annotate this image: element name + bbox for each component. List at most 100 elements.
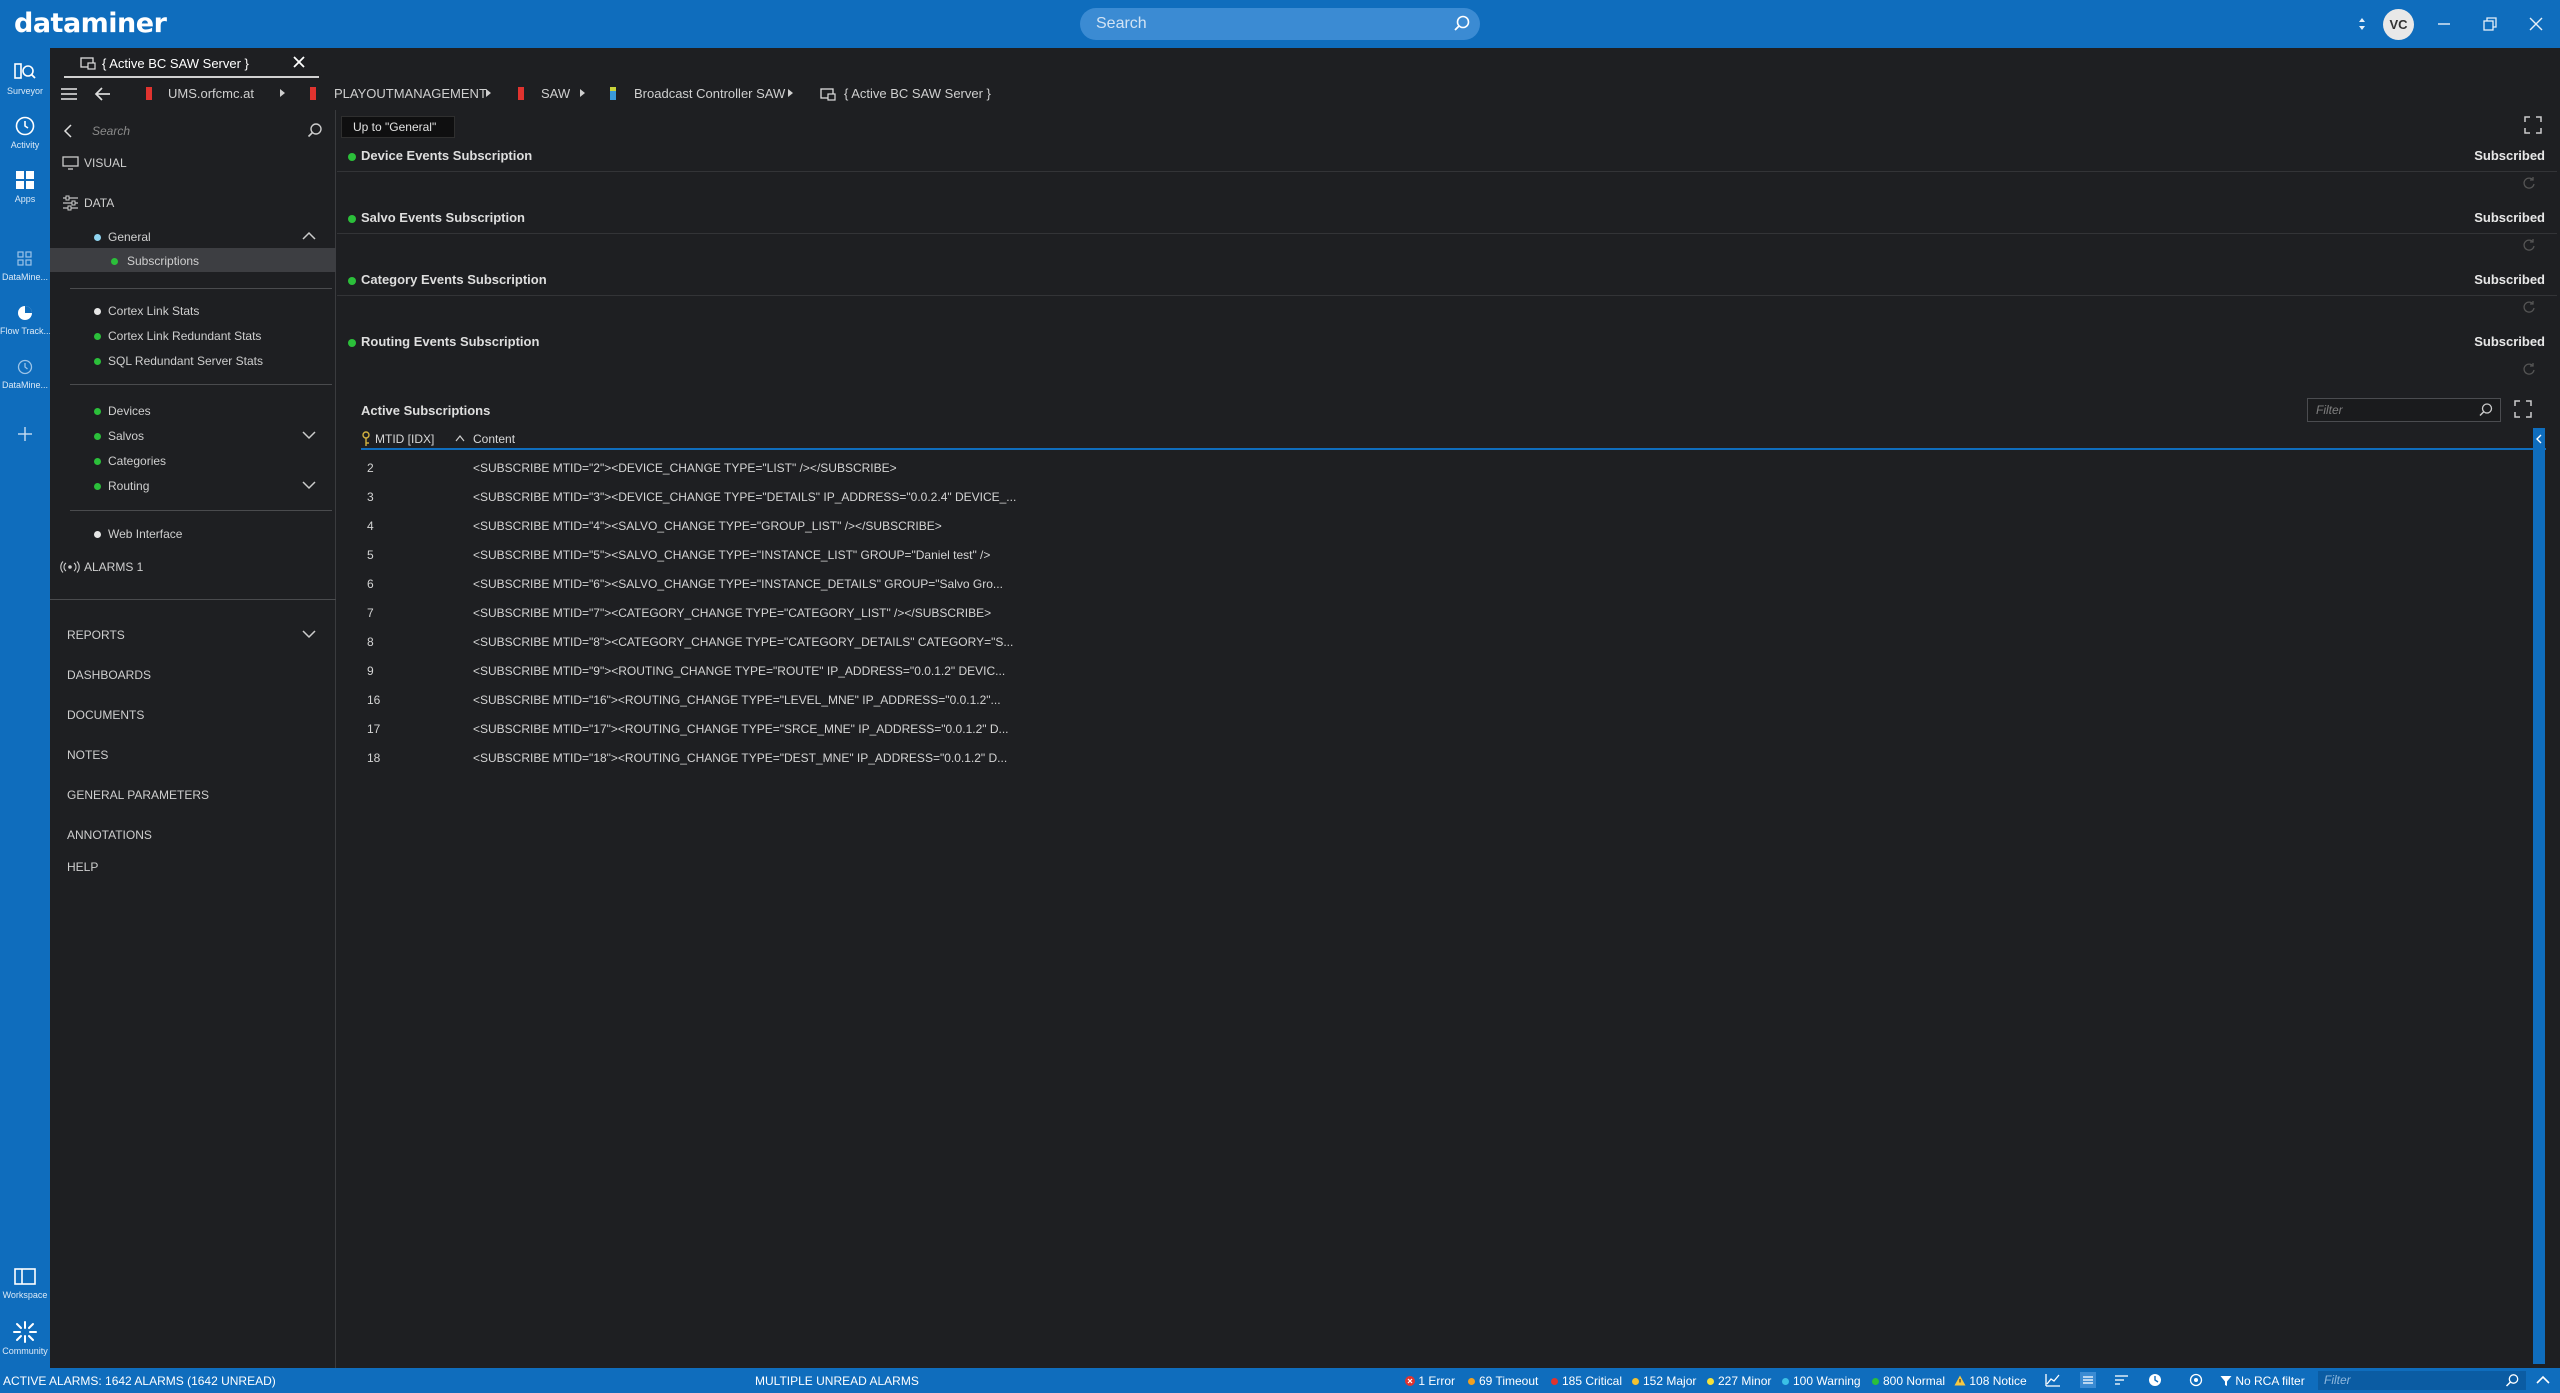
nav-alarms[interactable]: ALARMS 1 [50,554,336,578]
chevron-down-icon[interactable] [302,629,316,639]
table-scrollbar[interactable] [2533,428,2545,1364]
nav-routing[interactable]: Routing [50,473,336,497]
chevron-down-icon[interactable] [302,480,316,490]
nav-devices[interactable]: Devices [50,398,336,422]
breadcrumb-item-broadcast-controller[interactable]: Broadcast Controller SAW [634,86,785,101]
table-row[interactable]: 16 <SUBSCRIBE MTID="16"><ROUTING_CHANGE T… [361,685,2546,714]
nav-reports[interactable]: REPORTS [50,622,336,646]
chevron-left-icon[interactable] [2535,434,2543,444]
count-error[interactable]: 1 Error [1405,1374,1455,1388]
breadcrumb-item-playout[interactable]: PLAYOUTMANAGEMENT [334,86,487,101]
nav-cortex-link-stats[interactable]: Cortex Link Stats [50,298,336,322]
nav-notes[interactable]: NOTES [50,742,336,766]
count-timeout[interactable]: 69 Timeout [1468,1374,1538,1388]
table-row[interactable]: 5 <SUBSCRIBE MTID="5"><SALVO_CHANGE TYPE=… [361,540,2546,569]
maximize-icon[interactable] [2514,400,2532,418]
rca-filter[interactable]: No RCA filter [2220,1374,2305,1388]
table-filter-input[interactable] [2316,402,2466,418]
nav-data[interactable]: DATA [50,190,336,214]
chevron-up-icon[interactable] [302,231,316,241]
rail-datamine[interactable]: DataMine... [0,244,50,292]
count-critical[interactable]: 185 Critical [1551,1374,1622,1388]
trend-icon[interactable] [2045,1373,2061,1387]
table-row[interactable]: 4 <SUBSCRIBE MTID="4"><SALVO_CHANGE TYPE=… [361,511,2546,540]
restore-icon[interactable] [2478,12,2502,36]
rail-datamine-history[interactable]: DataMine... [0,352,50,400]
rail-apps[interactable]: Apps [0,164,50,212]
minimize-icon[interactable] [2432,12,2456,36]
breadcrumb-separator[interactable] [280,89,285,97]
table-filter[interactable] [2307,398,2501,422]
rail-activity[interactable]: Activity [0,110,50,158]
rail-surveyor[interactable]: Surveyor [0,56,50,104]
active-alarms-text[interactable]: ACTIVE ALARMS: 1642 ALARMS (1642 UNREAD) [3,1374,276,1388]
close-tab-icon[interactable] [291,54,307,70]
table-row[interactable]: 6 <SUBSCRIBE MTID="6"><SALVO_CHANGE TYPE=… [361,569,2546,598]
hamburger-menu-icon[interactable] [60,86,78,102]
table-row[interactable]: 8 <SUBSCRIBE MTID="8"><CATEGORY_CHANGE TY… [361,627,2546,656]
column-header-content[interactable]: Content [473,432,515,446]
breadcrumb-item-dma[interactable]: UMS.orfcmc.at [168,86,254,101]
nav-general[interactable]: General [50,224,336,248]
breadcrumb-separator[interactable] [486,89,491,97]
nav-documents[interactable]: DOCUMENTS [50,702,336,726]
sort-ascending-icon[interactable] [455,434,465,442]
count-notice[interactable]: 108 Notice [1954,1374,2027,1388]
global-search[interactable] [1080,8,1480,40]
nav-sql-redundant[interactable]: SQL Redundant Server Stats [50,348,336,372]
chevron-up-icon[interactable] [2536,1375,2550,1385]
alarm-filter-input[interactable] [2324,1373,2494,1387]
count-warning[interactable]: 100 Warning [1782,1374,1861,1388]
count-major[interactable]: 152 Major [1632,1374,1696,1388]
nav-salvos[interactable]: Salvos [50,423,336,447]
nav-subscriptions[interactable]: Subscriptions [50,248,336,272]
list-view-icon[interactable] [2080,1372,2096,1388]
rca-icon[interactable] [2188,1373,2204,1389]
back-arrow-icon[interactable] [94,85,112,103]
table-row[interactable]: 3 <SUBSCRIBE MTID="3"><DEVICE_CHANGE TYPE… [361,482,2546,511]
nav-annotations[interactable]: ANNOTATIONS [50,822,336,846]
app-logo[interactable]: dataminer [14,8,167,39]
nav-help[interactable]: HELP [50,854,336,878]
sort-lines-icon[interactable] [2114,1373,2130,1387]
table-row[interactable]: 9 <SUBSCRIBE MTID="9"><ROUTING_CHANGE TYP… [361,656,2546,685]
rail-community[interactable]: Community [0,1316,50,1364]
nav-search-input[interactable] [92,122,292,140]
nav-visual[interactable]: VISUAL [50,150,336,174]
count-minor[interactable]: 227 Minor [1707,1374,1771,1388]
chevron-down-icon[interactable] [302,430,316,440]
nav-cortex-link-redundant[interactable]: Cortex Link Redundant Stats [50,323,336,347]
user-avatar[interactable]: VC [2383,9,2414,40]
column-header-mtid[interactable]: MTID [IDX] [375,432,434,446]
chevron-left-icon[interactable] [62,124,74,138]
nav-categories[interactable]: Categories [50,448,336,472]
sort-icon[interactable] [2350,12,2374,36]
table-row[interactable]: 7 <SUBSCRIBE MTID="7"><CATEGORY_CHANGE TY… [361,598,2546,627]
clock-icon[interactable] [2147,1373,2163,1389]
alarm-filter[interactable] [2318,1371,2526,1390]
global-search-input[interactable] [1096,15,1436,33]
breadcrumb-separator[interactable] [788,89,793,97]
breadcrumb-separator[interactable] [580,89,585,97]
refresh-icon[interactable] [2522,362,2536,376]
breadcrumb-item-saw[interactable]: SAW [541,86,570,101]
breadcrumb-item-current[interactable]: { Active BC SAW Server } [844,86,991,101]
table-row[interactable]: 17 <SUBSCRIBE MTID="17"><ROUTING_CHANGE T… [361,714,2546,743]
search-icon[interactable] [2505,1373,2520,1388]
nav-web-interface[interactable]: Web Interface [50,521,336,545]
table-row[interactable]: 18 <SUBSCRIBE MTID="18"><ROUTING_CHANGE T… [361,743,2546,772]
nav-dashboards[interactable]: DASHBOARDS [50,662,336,686]
count-normal[interactable]: 800 Normal [1872,1374,1945,1388]
unread-alarms-text[interactable]: MULTIPLE UNREAD ALARMS [755,1374,919,1388]
rail-flow-tracking[interactable]: Flow Track... [0,298,50,346]
search-icon[interactable] [306,122,324,140]
table-row[interactable]: 2 <SUBSCRIBE MTID="2"><DEVICE_CHANGE TYPE… [361,453,2546,482]
search-icon[interactable] [2478,402,2494,418]
rail-add[interactable] [0,418,50,448]
tab-active-bc-saw-server[interactable]: { Active BC SAW Server } [64,48,319,78]
nav-search[interactable] [50,116,336,146]
search-icon[interactable] [1452,14,1472,34]
nav-general-parameters[interactable]: GENERAL PARAMETERS [50,782,336,806]
close-window-icon[interactable] [2524,12,2548,36]
rail-workspace[interactable]: Workspace [0,1262,50,1310]
